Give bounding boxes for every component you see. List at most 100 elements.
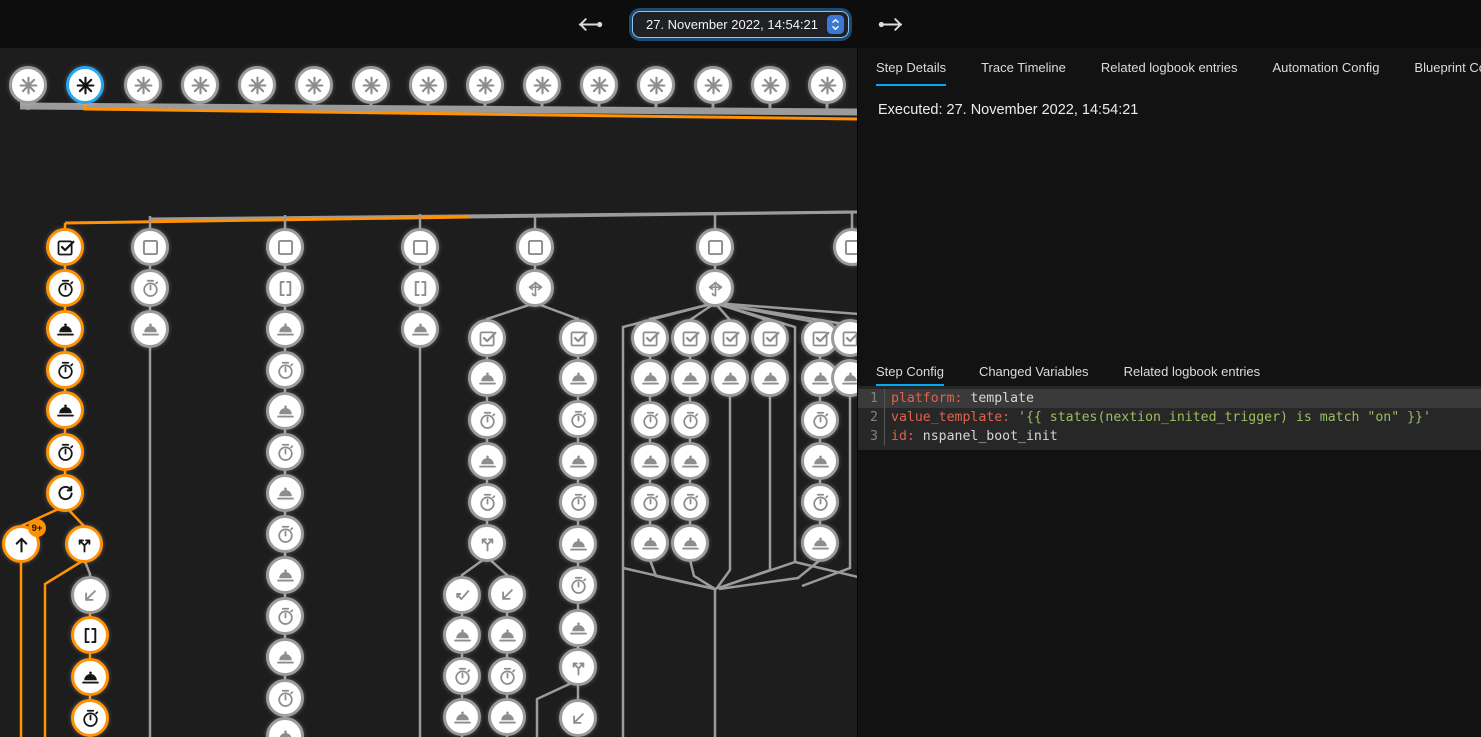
trace-node-service-icon[interactable]: [266, 556, 304, 594]
trace-node-square-icon[interactable]: [516, 228, 554, 266]
trace-node-asterisk-icon[interactable]: [580, 66, 618, 104]
trace-node-asterisk-icon[interactable]: [409, 66, 447, 104]
trace-node-service-icon[interactable]: [443, 616, 481, 654]
trace-node-asterisk-icon[interactable]: [181, 66, 219, 104]
trace-node-service-icon[interactable]: [488, 698, 526, 736]
trace-node-timer-icon[interactable]: [468, 401, 506, 439]
trace-node-square-icon[interactable]: [131, 228, 169, 266]
tab-automation-config[interactable]: Automation Config: [1272, 48, 1379, 86]
trace-node-timer-icon[interactable]: [266, 351, 304, 389]
trace-node-timer-icon[interactable]: [266, 515, 304, 553]
trace-node-checkbox-icon[interactable]: [671, 319, 709, 357]
trace-node-timer-icon[interactable]: [559, 483, 597, 521]
trace-node-service-icon[interactable]: [631, 359, 669, 397]
trace-node-decision-icon[interactable]: [516, 269, 554, 307]
trace-node-asterisk-icon[interactable]: [124, 66, 162, 104]
trace-node-arrow-bl-icon[interactable]: [559, 699, 597, 737]
trace-node-timer-icon[interactable]: [46, 269, 84, 307]
tab-related-logbook-entries[interactable]: Related logbook entries: [1101, 48, 1238, 86]
trace-node-split-icon[interactable]: [559, 648, 597, 686]
trace-node-timer-icon[interactable]: [443, 657, 481, 695]
trace-node-square-icon[interactable]: [266, 228, 304, 266]
trace-date-select[interactable]: 27. November 2022, 14:54:21: [633, 12, 848, 37]
trace-node-timer-icon[interactable]: [631, 483, 669, 521]
trace-node-timer-icon[interactable]: [559, 400, 597, 438]
trace-node-service-icon[interactable]: [468, 359, 506, 397]
trace-node-split-icon[interactable]: [468, 524, 506, 562]
trace-node-check-arrow-icon[interactable]: [443, 576, 481, 614]
trace-node-service-icon[interactable]: [266, 310, 304, 348]
tab-changed-variables[interactable]: Changed Variables: [979, 356, 1089, 386]
trace-node-timer-icon[interactable]: [801, 401, 839, 439]
trace-node-asterisk-icon[interactable]: [523, 66, 561, 104]
trace-node-service-icon[interactable]: [751, 359, 789, 397]
trace-node-service-icon[interactable]: [46, 310, 84, 348]
trace-node-checkbox-icon[interactable]: [559, 319, 597, 357]
trace-node-service-icon[interactable]: [559, 442, 597, 480]
trace-node-checkbox-icon[interactable]: [468, 319, 506, 357]
trace-node-split-icon[interactable]: [65, 525, 103, 563]
tab-step-details[interactable]: Step Details: [876, 48, 946, 86]
trace-node-service-icon[interactable]: [559, 525, 597, 563]
trace-node-checkbox-icon[interactable]: [751, 319, 789, 357]
trace-node-service-icon[interactable]: [401, 310, 439, 348]
trace-node-asterisk-icon[interactable]: [9, 66, 47, 104]
trace-node-service-icon[interactable]: [711, 359, 749, 397]
tab-blueprint-config[interactable]: Blueprint Config: [1414, 48, 1481, 86]
trace-node-timer-icon[interactable]: [46, 351, 84, 389]
trace-node-arrow-bl-icon[interactable]: [71, 576, 109, 614]
trace-node-service-icon[interactable]: [801, 442, 839, 480]
trace-node-timer-icon[interactable]: [46, 433, 84, 471]
previous-trace-button[interactable]: [575, 16, 605, 32]
trace-node-square-icon[interactable]: [401, 228, 439, 266]
trace-node-service-icon[interactable]: [131, 310, 169, 348]
trace-node-arrow-bl-icon[interactable]: [488, 575, 526, 613]
trace-node-asterisk-icon[interactable]: [808, 66, 846, 104]
trace-node-asterisk-icon[interactable]: [295, 66, 333, 104]
trace-node-service-icon[interactable]: [671, 442, 709, 480]
trace-node-timer-icon[interactable]: [266, 679, 304, 717]
next-trace-button[interactable]: [876, 16, 906, 32]
trace-node-service-icon[interactable]: [266, 392, 304, 430]
trace-node-arrow-up-icon[interactable]: 9+: [2, 525, 40, 563]
trace-node-asterisk-icon[interactable]: [637, 66, 675, 104]
trace-node-asterisk-icon[interactable]: [466, 66, 504, 104]
trace-node-timer-icon[interactable]: [266, 597, 304, 635]
trace-node-service-icon[interactable]: [266, 474, 304, 512]
trace-node-repeat-icon[interactable]: [46, 474, 84, 512]
trace-node-asterisk-icon[interactable]: [66, 66, 104, 104]
trace-node-timer-icon[interactable]: [266, 433, 304, 471]
tab-trace-timeline[interactable]: Trace Timeline: [981, 48, 1066, 86]
trace-node-brackets-icon[interactable]: [266, 269, 304, 307]
trace-node-service-icon[interactable]: [443, 698, 481, 736]
trace-node-service-icon[interactable]: [631, 524, 669, 562]
trace-node-service-icon[interactable]: [631, 442, 669, 480]
tab-related-logbook-entries[interactable]: Related logbook entries: [1124, 356, 1261, 386]
trace-node-brackets-icon[interactable]: [71, 616, 109, 654]
trace-node-timer-icon[interactable]: [801, 483, 839, 521]
trace-node-service-icon[interactable]: [266, 638, 304, 676]
trace-node-square-icon[interactable]: [696, 228, 734, 266]
step-config-editor[interactable]: 1platform: template2value_template: '{{ …: [858, 386, 1481, 450]
trace-node-timer-icon[interactable]: [671, 483, 709, 521]
trace-node-service-icon[interactable]: [559, 609, 597, 647]
trace-node-asterisk-icon[interactable]: [694, 66, 732, 104]
trace-node-service-icon[interactable]: [71, 658, 109, 696]
trace-node-timer-icon[interactable]: [671, 401, 709, 439]
trace-node-timer-icon[interactable]: [468, 483, 506, 521]
trace-node-checkbox-icon[interactable]: [631, 319, 669, 357]
trace-node-service-icon[interactable]: [46, 391, 84, 429]
trace-node-service-icon[interactable]: [468, 442, 506, 480]
trace-node-service-icon[interactable]: [671, 524, 709, 562]
trace-node-asterisk-icon[interactable]: [751, 66, 789, 104]
trace-node-timer-icon[interactable]: [488, 657, 526, 695]
trace-node-service-icon[interactable]: [671, 359, 709, 397]
trace-node-asterisk-icon[interactable]: [352, 66, 390, 104]
trace-node-service-icon[interactable]: [559, 359, 597, 397]
trace-node-brackets-icon[interactable]: [401, 269, 439, 307]
trace-node-checkbox-icon[interactable]: [46, 228, 84, 266]
trace-node-timer-icon[interactable]: [631, 401, 669, 439]
trace-node-checkbox-icon[interactable]: [711, 319, 749, 357]
tab-step-config[interactable]: Step Config: [876, 356, 944, 386]
trace-node-service-icon[interactable]: [488, 616, 526, 654]
